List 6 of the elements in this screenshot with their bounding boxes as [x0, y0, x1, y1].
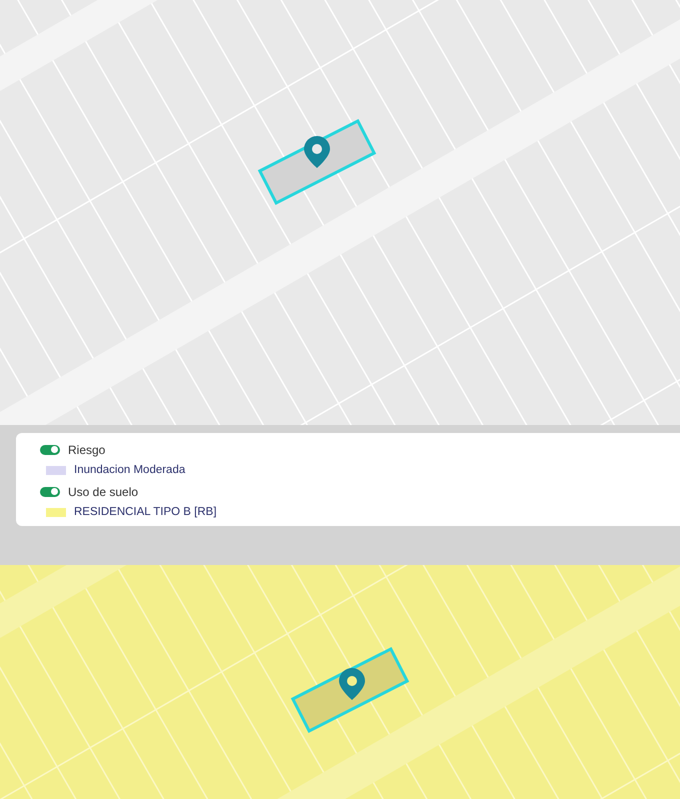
toggle-switch[interactable]: [40, 444, 60, 454]
category-label: RESIDENCIAL TIPO B [RB]: [74, 504, 217, 520]
toggle-switch[interactable]: [40, 486, 60, 496]
layer-label: Uso de suelo: [68, 484, 138, 500]
layer-label: Riesgo: [68, 442, 106, 458]
category-label: Inundacion Moderada: [74, 462, 186, 478]
